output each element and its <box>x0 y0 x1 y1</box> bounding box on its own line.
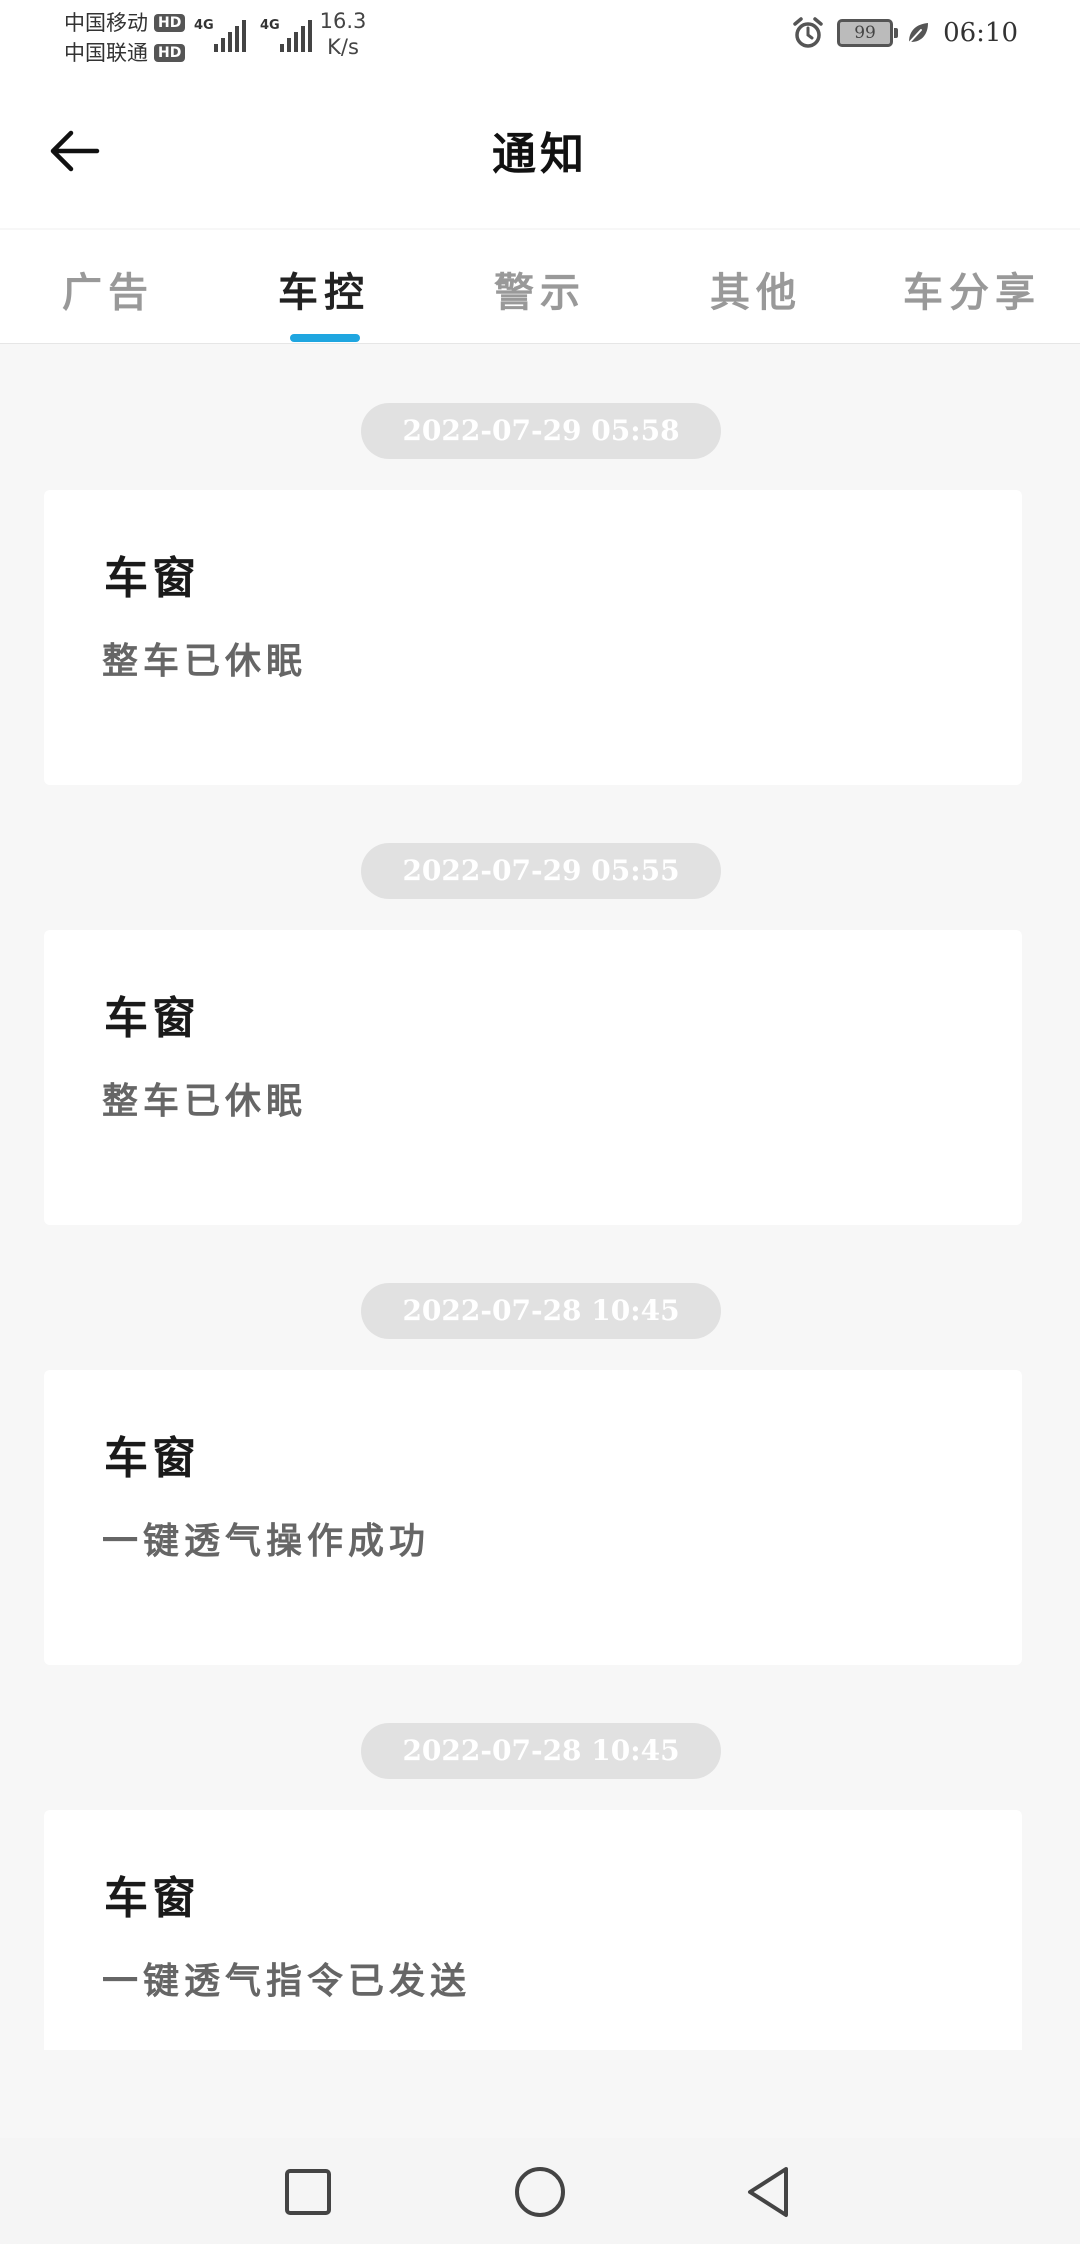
back-nav-button[interactable] <box>736 2160 800 2224</box>
notification-body: 一键透气操作成功 <box>102 1520 431 1562</box>
system-nav-bar <box>0 2138 1080 2244</box>
tab-other[interactable]: 其他 <box>648 260 864 318</box>
triangle-back-icon <box>748 2167 788 2217</box>
status-right-group: 99 06:10 <box>791 16 1018 50</box>
notification-title: 车窗 <box>104 1433 200 1484</box>
square-icon <box>285 2169 331 2215</box>
speed-value: 16.3 <box>319 9 367 33</box>
notification-title: 车窗 <box>104 553 200 604</box>
page-title: 通知 <box>492 129 588 180</box>
carrier-2-label: 中国联通 <box>64 41 148 65</box>
notification-time: 2022-07-29 05:58 <box>361 403 721 459</box>
notifications-screen: 中国移动 HD 中国联通 HD 4G 4G 16.3 K/s 99 06:10 … <box>0 0 1080 2244</box>
notification-title: 车窗 <box>104 993 200 1044</box>
notification-card[interactable]: 车窗 一键透气指令已发送 <box>44 1810 1022 2050</box>
tab-ads[interactable]: 广告 <box>0 260 216 318</box>
carrier-1-label: 中国移动 <box>64 11 148 35</box>
network-type-2: 4G <box>260 18 280 33</box>
alarm-clock-icon <box>793 17 823 48</box>
carrier-info: 中国移动 HD 中国联通 HD <box>64 8 186 68</box>
notification-card[interactable]: 车窗 一键透气操作成功 <box>44 1370 1022 1665</box>
notification-time: 2022-07-29 05:55 <box>361 843 721 899</box>
notification-time: 2022-07-28 10:45 <box>361 1283 721 1339</box>
hd-badge-2: HD <box>154 44 186 62</box>
signal-bars-icon <box>214 20 246 52</box>
signal-bars-icon <box>280 20 312 52</box>
notification-body: 整车已休眠 <box>102 1080 308 1122</box>
speed-unit: K/s <box>327 35 359 59</box>
app-header: 通知 <box>0 72 1080 228</box>
status-bar: 中国移动 HD 中国联通 HD 4G 4G 16.3 K/s 99 06:10 <box>0 0 1080 72</box>
network-speed: 16.3 K/s <box>318 8 368 60</box>
notification-body: 一键透气指令已发送 <box>102 1960 472 2002</box>
battery-indicator: 99 <box>837 19 899 47</box>
notification-time: 2022-07-28 10:45 <box>361 1723 721 1779</box>
signal-indicators: 4G 4G <box>194 18 312 52</box>
signal-1: 4G <box>194 18 246 52</box>
home-button[interactable] <box>508 2160 572 2224</box>
recent-apps-button[interactable] <box>276 2160 340 2224</box>
notification-card[interactable]: 车窗 整车已休眠 <box>44 930 1022 1225</box>
notification-body: 整车已休眠 <box>102 640 308 682</box>
tab-vehicle-control[interactable]: 车控 <box>216 260 432 318</box>
notification-title: 车窗 <box>104 1873 200 1924</box>
active-tab-indicator <box>290 334 360 342</box>
signal-2: 4G <box>260 18 312 52</box>
notification-card[interactable]: 车窗 整车已休眠 <box>44 490 1022 785</box>
circle-icon <box>515 2167 565 2217</box>
tab-warnings[interactable]: 警示 <box>432 260 648 318</box>
leaf-icon <box>907 23 929 45</box>
category-tabs: 广告 车控 警示 其他 车分享 <box>0 230 1080 344</box>
status-time: 06:10 <box>943 18 1018 48</box>
tab-car-share[interactable]: 车分享 <box>864 260 1080 318</box>
hd-badge-1: HD <box>154 14 186 32</box>
network-type-1: 4G <box>194 18 214 33</box>
